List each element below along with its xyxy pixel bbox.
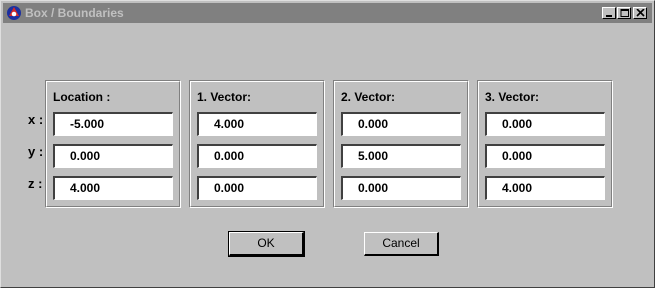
maximize-button[interactable] bbox=[617, 7, 631, 19]
vector2-y-field[interactable]: 5.000 bbox=[341, 144, 461, 168]
minimize-button[interactable] bbox=[602, 7, 616, 19]
cancel-button[interactable]: Cancel bbox=[364, 232, 439, 256]
dialog-window: Box / Boundaries x : y : z : Location : … bbox=[0, 0, 655, 288]
vector2-z-field[interactable]: 0.000 bbox=[341, 176, 461, 200]
vector3-y-field[interactable]: 0.000 bbox=[485, 144, 605, 168]
vector1-z-field[interactable]: 0.000 bbox=[197, 176, 317, 200]
vector1-group: 1. Vector: 4.000 0.000 0.000 bbox=[189, 80, 325, 208]
window-title: Box / Boundaries bbox=[25, 6, 124, 20]
close-icon bbox=[636, 9, 645, 17]
close-button[interactable] bbox=[633, 7, 647, 19]
location-x-field[interactable]: -5.000 bbox=[53, 112, 173, 136]
vector1-y-field[interactable]: 0.000 bbox=[197, 144, 317, 168]
vector1-title: 1. Vector: bbox=[197, 90, 252, 104]
row-label-x: x : bbox=[28, 112, 44, 127]
vector2-title: 2. Vector: bbox=[341, 90, 396, 104]
vector3-x-field[interactable]: 0.000 bbox=[485, 112, 605, 136]
minimize-icon bbox=[606, 15, 612, 17]
location-z-field[interactable]: 4.000 bbox=[53, 176, 173, 200]
row-label-y: y : bbox=[28, 144, 44, 159]
app-logo-icon[interactable] bbox=[6, 5, 22, 21]
vector2-x-field[interactable]: 0.000 bbox=[341, 112, 461, 136]
location-group: Location : -5.000 0.000 4.000 bbox=[45, 80, 181, 208]
title-bar[interactable]: Box / Boundaries bbox=[3, 3, 652, 23]
row-label-z: z : bbox=[28, 176, 43, 191]
vector3-group: 3. Vector: 0.000 0.000 4.000 bbox=[477, 80, 613, 208]
maximize-icon bbox=[620, 9, 629, 17]
vector3-title: 3. Vector: bbox=[485, 90, 540, 104]
vector1-x-field[interactable]: 4.000 bbox=[197, 112, 317, 136]
ok-button[interactable]: OK bbox=[228, 231, 305, 257]
vector3-z-field[interactable]: 4.000 bbox=[485, 176, 605, 200]
location-y-field[interactable]: 0.000 bbox=[53, 144, 173, 168]
vector2-group: 2. Vector: 0.000 5.000 0.000 bbox=[333, 80, 469, 208]
location-title: Location : bbox=[53, 90, 111, 104]
